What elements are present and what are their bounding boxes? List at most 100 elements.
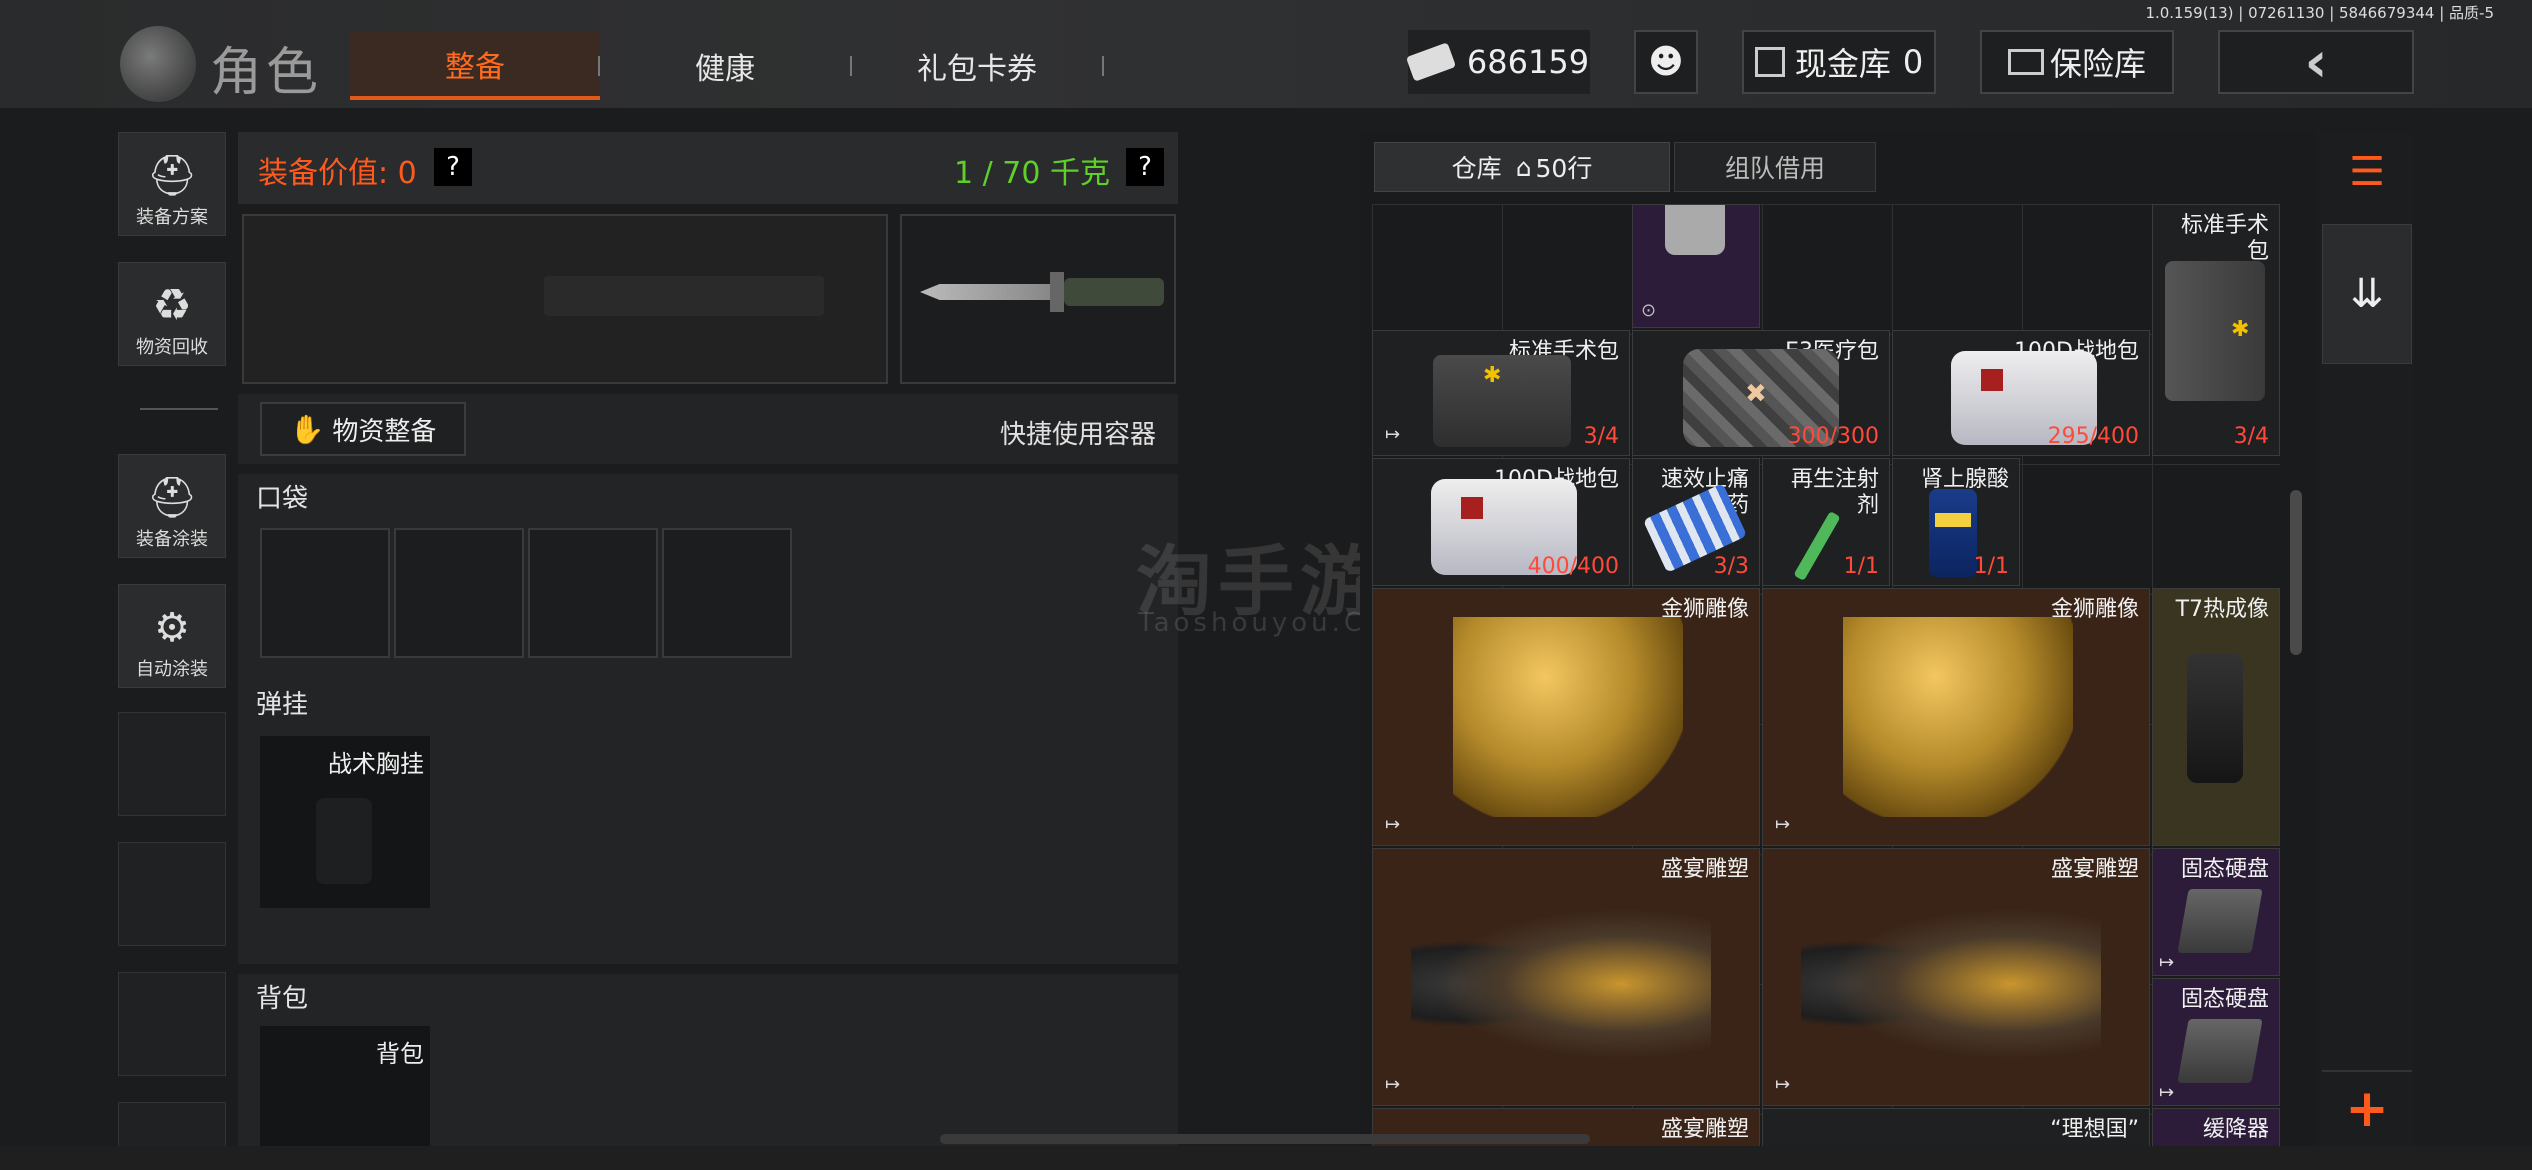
sort-button[interactable]: ☰: [2322, 134, 2412, 210]
add-button[interactable]: +: [2322, 1070, 2412, 1146]
rifle-silhouette: [544, 276, 824, 316]
item-feast-sculpture[interactable]: 盛宴雕塑 ↦: [1762, 848, 2150, 1106]
backpack-item-name: 背包: [376, 1040, 424, 1068]
item-t7-thermal[interactable]: T7热成像: [2152, 588, 2280, 846]
use-icon: ↦: [1775, 1074, 1791, 1095]
use-icon: ↦: [1385, 1074, 1401, 1095]
bound-icon: ⊙: [1641, 300, 1657, 321]
knife-handle: [1050, 272, 1064, 312]
item-golden-lion-statue[interactable]: 金狮雕像 ↦: [1762, 588, 2150, 846]
sidebar-item-paint[interactable]: ⛑ 装备涂装: [118, 454, 226, 558]
version-info: 1.0.159(13) | 07261130 | 5846679344 | 品质…: [2145, 4, 2494, 22]
warehouse-scrollbar-track: [2290, 204, 2302, 1170]
warehouse-scrollbar-thumb[interactable]: [2290, 490, 2302, 655]
tab-team-borrow[interactable]: 组队借用: [1674, 142, 1876, 192]
item-painkiller[interactable]: 速效止痛药 3/3: [1632, 458, 1760, 586]
rig-label: 弹挂: [256, 690, 309, 720]
tab-gift-cards[interactable]: 礼包卡券: [852, 32, 1102, 100]
surgery-kit-icon: ✱: [1433, 355, 1571, 447]
safe-label: 保险库: [2049, 45, 2146, 83]
equipment-value: 装备价值: 0: [258, 156, 417, 191]
use-icon: ↦: [2159, 952, 2175, 973]
item-adrenaline[interactable]: 肾上腺酸 1/1: [1892, 458, 2020, 586]
tab-equip[interactable]: 整备: [350, 32, 600, 100]
help-icon[interactable]: ?: [434, 148, 472, 186]
item-golden-lion-statue[interactable]: 金狮雕像 ↦: [1372, 588, 1760, 846]
currency-value: 686159: [1466, 43, 1590, 81]
surgery-kit-icon: ✱: [2165, 261, 2265, 401]
sidebar-item-auto-paint[interactable]: ⚙ 自动涂装: [118, 584, 226, 688]
item-surgery-kit[interactable]: 标准手术包 ✱ ↦ 3/4: [1372, 330, 1630, 456]
use-icon: ↦: [1385, 814, 1401, 835]
rig-item-name: 战术胸挂: [328, 750, 424, 778]
rig-slot[interactable]: 战术胸挂: [260, 736, 430, 908]
safe-button[interactable]: 保险库: [1980, 30, 2174, 94]
safe-icon: [2007, 49, 2044, 75]
cash-vault-value: 0: [1902, 43, 1924, 81]
item-regen-injector[interactable]: 再生注射剂 1/1: [1762, 458, 1890, 586]
pocket-label: 口袋: [256, 484, 309, 514]
tab-health[interactable]: 健康: [600, 32, 850, 100]
loadout-header: 装备价值: 0 ? 1 / 70 千克 ?: [238, 132, 1178, 204]
pocket-slot[interactable]: [260, 528, 390, 658]
warehouse-rows: 50行: [1535, 154, 1593, 183]
stash-button[interactable]: ⇊: [2322, 224, 2412, 364]
use-icon: ↦: [1775, 814, 1791, 835]
item-ssd[interactable]: 固态硬盘 ↦: [2152, 848, 2280, 976]
thermal-scope-icon: [2187, 653, 2243, 783]
profile-button[interactable]: ☻: [1634, 30, 1698, 94]
item-100d-field-kit[interactable]: 100D战地包 295/400: [1892, 330, 2150, 456]
supply-row: ✋ 物资整备 快捷使用容器: [238, 394, 1178, 464]
lion-statue-icon: [1453, 617, 1683, 817]
page-title: 角色: [210, 43, 323, 103]
melee-weapon-slot[interactable]: [900, 214, 1176, 384]
sidebar-empty-slot[interactable]: [118, 712, 226, 816]
item-100d-field-kit[interactable]: 100D战地包 400/400: [1372, 458, 1630, 586]
bottom-scrollbar[interactable]: [940, 1134, 1590, 1144]
supply-button[interactable]: ✋ 物资整备: [260, 402, 466, 456]
pocket-slot[interactable]: [394, 528, 524, 658]
supply-icon: ✋: [289, 412, 325, 446]
use-icon: ↦: [2159, 1082, 2175, 1103]
bottom-bar: [0, 1146, 2532, 1170]
can-icon: [1929, 489, 1977, 577]
ssd-icon: [2177, 889, 2263, 953]
primary-weapon-slot[interactable]: [242, 214, 888, 384]
sidebar-item-recycle[interactable]: ♻ 物资回收: [118, 262, 226, 366]
sort-layers-icon: ☰: [2349, 149, 2385, 195]
item-ssd[interactable]: 固态硬盘 ↦: [2152, 978, 2280, 1106]
quick-container-label[interactable]: 快捷使用容器: [1000, 414, 1156, 451]
knife-icon: [920, 284, 1050, 300]
cash-vault-label: 现金库: [1794, 45, 1891, 83]
tab-separator: [1102, 56, 1104, 76]
layers-download-icon: ⇊: [2350, 271, 2384, 317]
use-icon: ↦: [1385, 424, 1401, 445]
back-arrow-icon: ‹: [2304, 29, 2328, 95]
home-icon: ⌂: [1515, 152, 1532, 182]
item-partial-purple[interactable]: ⊙: [1632, 204, 1760, 328]
pocket-section: 口袋 弹挂 战术胸挂: [238, 474, 1178, 964]
sidebar-empty-slot[interactable]: [118, 972, 226, 1076]
pocket-slot[interactable]: [662, 528, 792, 658]
sidebar-item-gear-plan[interactable]: ⛑ 装备方案: [118, 132, 226, 236]
item-feast-sculpture[interactable]: 盛宴雕塑 ↦: [1372, 848, 1760, 1106]
tab-warehouse[interactable]: 仓库 ⌂ 50行: [1374, 142, 1670, 192]
paint-icon: ⛑: [146, 475, 198, 521]
chest-rig-icon: [316, 798, 372, 884]
weight-display: 1 / 70 千克: [954, 156, 1110, 191]
feast-sculpture-icon: [1801, 899, 2101, 1069]
currency-display[interactable]: 686159: [1405, 30, 1590, 94]
cash-vault-button[interactable]: 现金库 0: [1742, 30, 1936, 94]
help-icon[interactable]: ?: [1126, 148, 1164, 186]
sidebar-empty-slot[interactable]: [118, 842, 226, 946]
sidebar-divider: [140, 408, 218, 410]
lion-statue-icon: [1843, 617, 2073, 817]
gear-plan-icon: ⛑: [146, 153, 198, 199]
back-button[interactable]: ‹: [2218, 29, 2414, 95]
operator-icon: ☻: [1648, 42, 1684, 82]
item-surgery-kit[interactable]: 标准手术包 ✱ 3/4: [2152, 204, 2280, 456]
item-e3-medkit[interactable]: E3医疗包 ✖ 300/300: [1632, 330, 1890, 456]
globe-icon: [120, 26, 196, 102]
container-icon: [1665, 205, 1725, 255]
pocket-slot[interactable]: [528, 528, 658, 658]
